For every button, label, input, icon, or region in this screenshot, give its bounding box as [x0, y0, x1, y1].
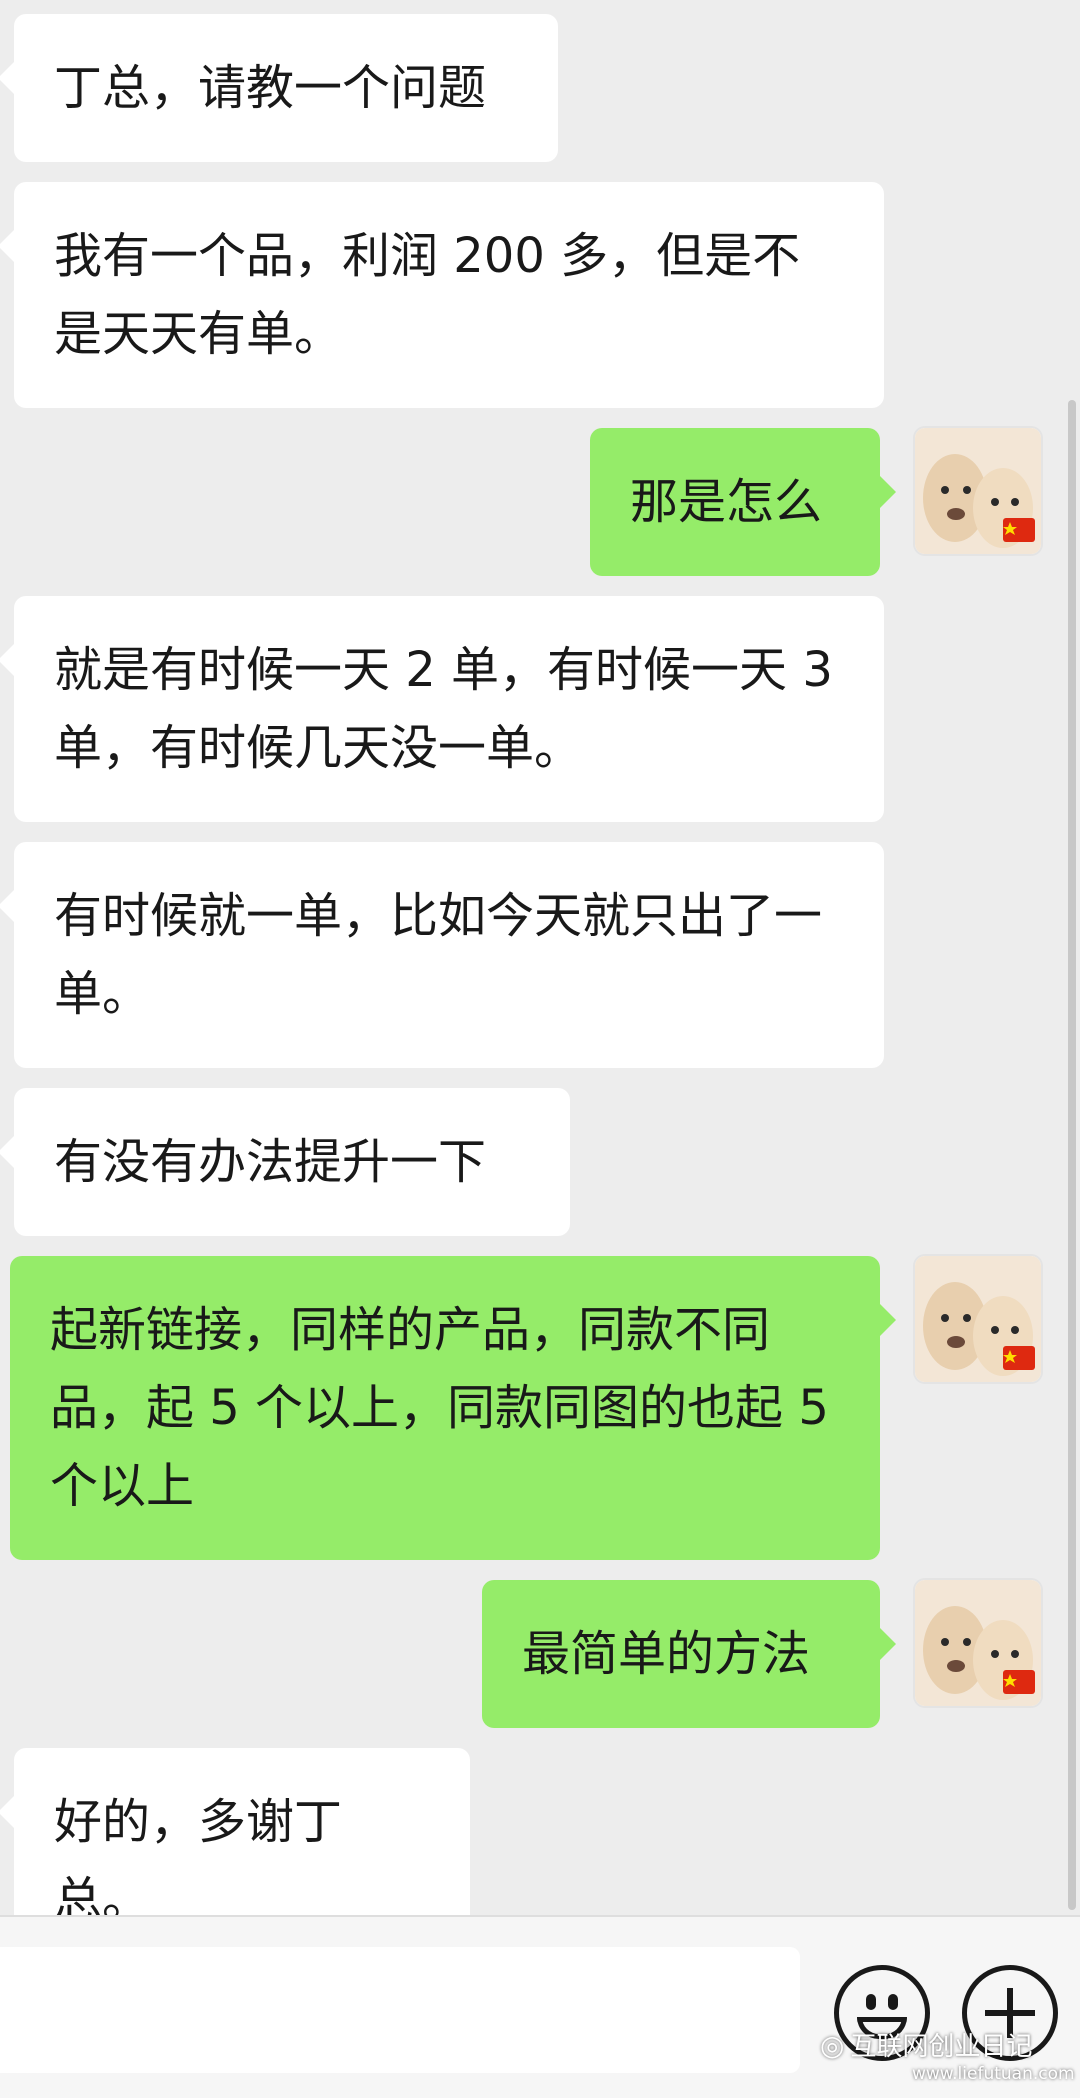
alpaca-avatar-image: [915, 1580, 1041, 1706]
message-text: 起新链接，同样的产品，同款不同品，起 5 个以上，同款同图的也起 5 个以上: [50, 1302, 829, 1514]
message-bubble-outgoing[interactable]: 起新链接，同样的产品，同款不同品，起 5 个以上，同款同图的也起 5 个以上: [10, 1256, 896, 1560]
alpaca-avatar-image: [915, 428, 1041, 554]
message-bubble-incoming[interactable]: 有没有办法提升一下: [0, 1088, 570, 1236]
message-bubble-incoming[interactable]: 有时候就一单，比如今天就只出了一单。: [0, 842, 884, 1068]
message-text: 丁总，请教一个问题: [54, 60, 487, 116]
message-text: 有时候就一单，比如今天就只出了一单。: [54, 888, 823, 1022]
watermark-url: www.liefutuan.com: [912, 2064, 1075, 2084]
message-text: 有没有办法提升一下: [54, 1134, 487, 1190]
message-bubble-outgoing[interactable]: 最简单的方法: [482, 1580, 896, 1728]
message-text: 那是怎么: [630, 474, 823, 530]
watermark-name: 互联网创业日记: [850, 2032, 1033, 2062]
alpaca-avatar-image: [915, 1256, 1041, 1382]
message-bubble-incoming[interactable]: 丁总，请教一个问题: [0, 14, 558, 162]
message-text: 我有一个品，利润 200 多，但是不是天天有单。: [54, 228, 801, 362]
message-bubble-incoming[interactable]: 就是有时候一天 2 单，有时候一天 3 单，有时候几天没一单。: [0, 596, 884, 822]
message-text: 好的，多谢丁总。: [54, 1794, 343, 1928]
chat-scrollbar[interactable]: [1068, 400, 1076, 1910]
message-input[interactable]: [0, 1947, 800, 2073]
wechat-icon: ◎: [820, 2029, 845, 2062]
user-avatar[interactable]: [915, 428, 1041, 554]
watermark: ◎ 互联网创业日记: [820, 2026, 1032, 2063]
chat-area[interactable]: 丁总，请教一个问题 我有一个品，利润 200 多，但是不是天天有单。 那是怎么 …: [0, 0, 1080, 1974]
user-avatar[interactable]: [915, 1580, 1041, 1706]
user-avatar[interactable]: [915, 1256, 1041, 1382]
message-bubble-incoming[interactable]: 我有一个品，利润 200 多，但是不是天天有单。: [0, 182, 884, 408]
message-bubble-outgoing[interactable]: 那是怎么: [590, 428, 896, 576]
message-text: 就是有时候一天 2 单，有时候一天 3 单，有时候几天没一单。: [54, 642, 833, 776]
message-text: 最简单的方法: [522, 1626, 811, 1682]
